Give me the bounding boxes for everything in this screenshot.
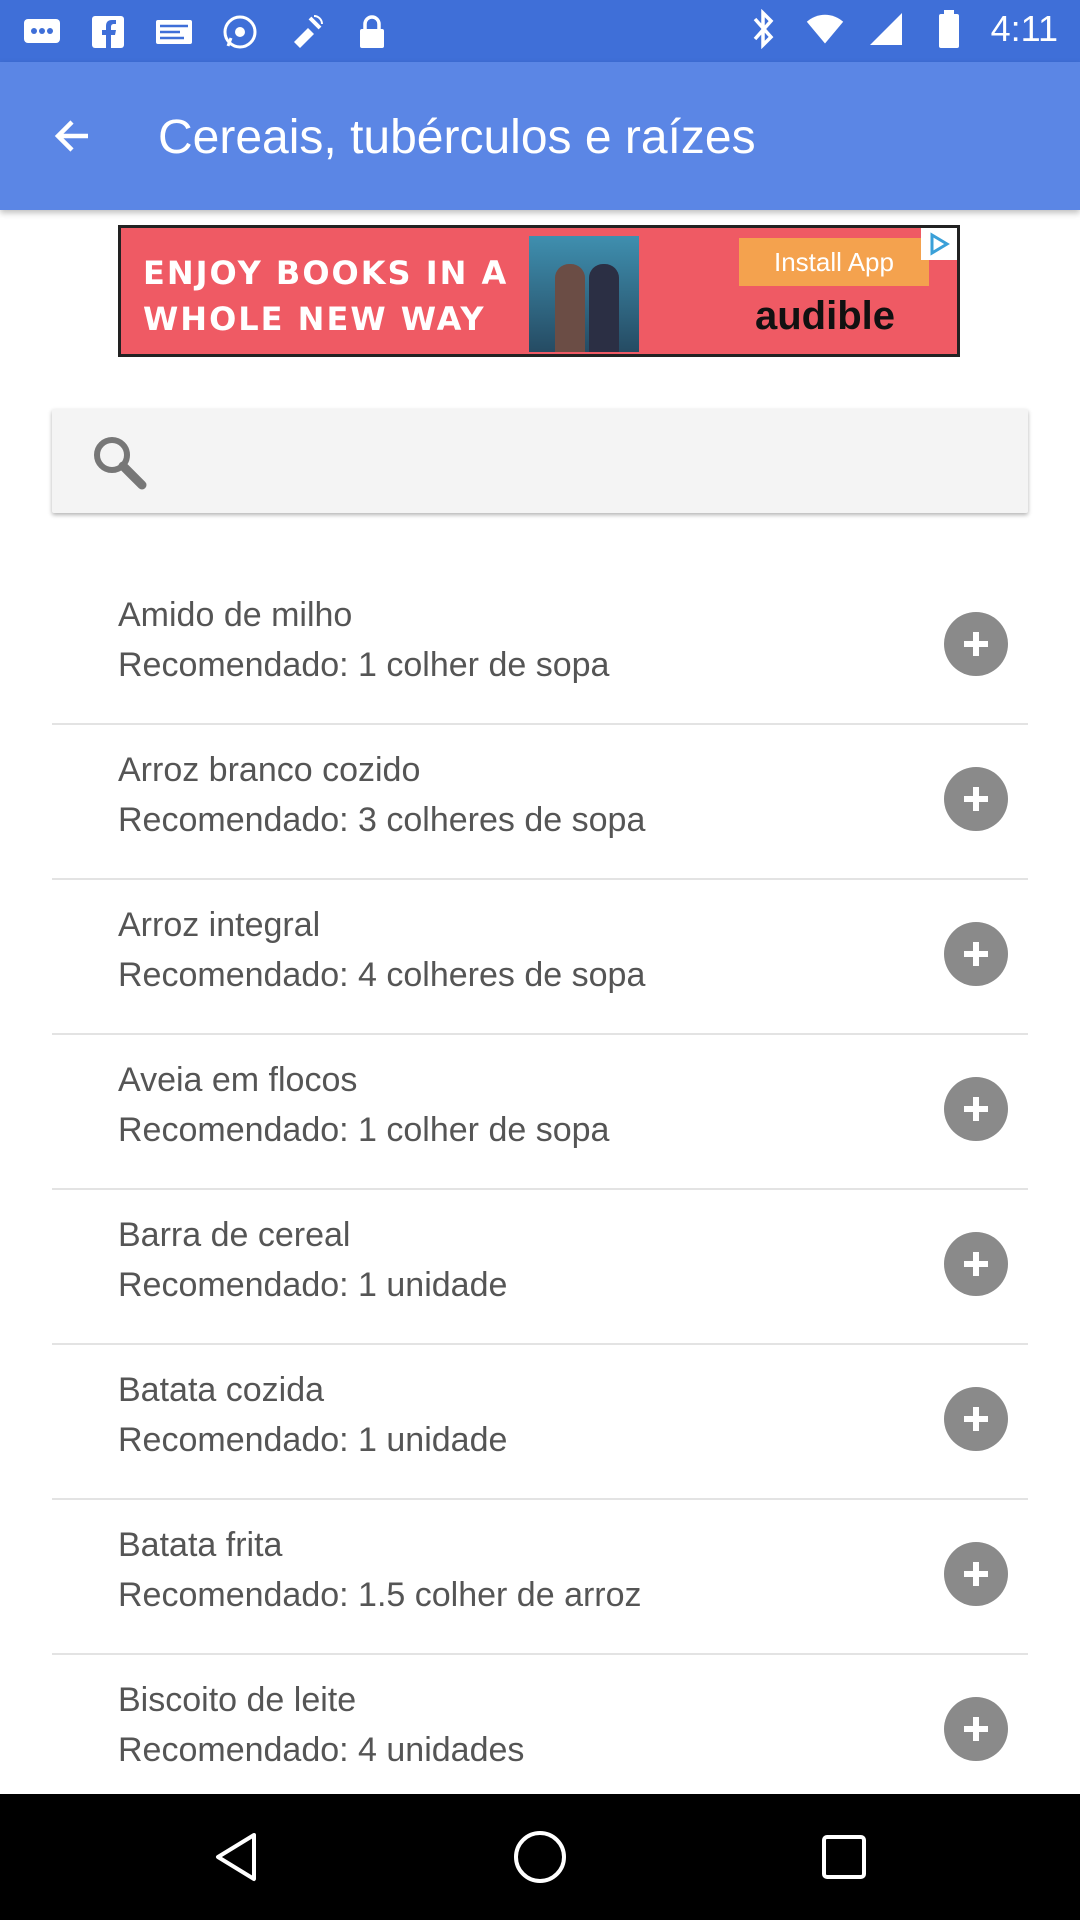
item-name: Batata cozida [118,1371,325,1409]
app-bar: Cereais, tubérculos e raízes [0,62,1080,210]
back-triangle-icon [216,1833,256,1881]
arrow-back-icon [54,120,88,152]
item-recommendation: Recomendado: 1 colher de sopa [118,1111,610,1149]
add-button[interactable] [944,1387,1008,1451]
ad-banner[interactable]: ENJOY BOOKS IN A WHOLE NEW WAY Install A… [118,225,960,357]
item-name: Arroz integral [118,906,321,944]
item-recommendation: Recomendado: 4 unidades [118,1731,525,1769]
item-recommendation: Recomendado: 1 colher de sopa [118,646,610,684]
bluetooth-icon [743,9,783,49]
item-name: Amido de milho [118,596,353,634]
plus-icon [964,1717,988,1741]
recents-square-icon [822,1835,866,1879]
add-button[interactable] [944,1232,1008,1296]
ad-headline: ENJOY BOOKS IN A WHOLE NEW WAY [143,250,508,342]
add-button[interactable] [944,1542,1008,1606]
ad-figure [555,264,585,352]
item-recommendation: Recomendado: 1 unidade [118,1421,508,1459]
ad-choices-icon[interactable] [921,228,957,260]
item-name: Barra de cereal [118,1216,351,1254]
back-button[interactable] [36,104,108,168]
home-circle-icon [514,1831,566,1883]
clock: 4:11 [990,8,1058,49]
facebook-icon [88,12,128,52]
status-bar: 4:11 [0,0,1080,62]
list-item[interactable]: Barra de cereal Recomendado: 1 unidade [52,1190,1028,1345]
page-title: Cereais, tubérculos e raízes [158,111,756,164]
list-item[interactable]: Batata cozida Recomendado: 1 unidade [52,1345,1028,1500]
item-recommendation: Recomendado: 1 unidade [118,1266,508,1304]
add-button[interactable] [944,612,1008,676]
status-right-icons: 4:11 [743,8,1058,50]
plus-icon [964,1407,988,1431]
plus-icon [964,1252,988,1276]
mock-location-icon [286,12,326,52]
ad-brand: audible [755,294,896,338]
search-icon[interactable] [88,431,148,491]
plus-icon [964,1562,988,1586]
message-icon [22,12,62,52]
ad-figure [589,264,619,352]
search-bar[interactable] [52,409,1028,513]
list-item[interactable]: Batata frita Recomendado: 1.5 colher de … [52,1500,1028,1655]
nav-recents-button[interactable] [814,1827,874,1887]
item-name: Biscoito de leite [118,1681,357,1719]
item-name: Aveia em flocos [118,1061,358,1099]
plus-icon [964,942,988,966]
list-item[interactable]: Aveia em flocos Recomendado: 1 colher de… [52,1035,1028,1190]
ad-headline-line1: ENJOY BOOKS IN A [143,254,509,292]
add-button[interactable] [944,767,1008,831]
item-recommendation: Recomendado: 3 colheres de sopa [118,801,646,839]
ad-install-button[interactable]: Install App [739,238,929,286]
food-list: Amido de milho Recomendado: 1 colher de … [52,570,1028,1810]
item-recommendation: Recomendado: 1.5 colher de arroz [118,1576,642,1614]
list-item[interactable]: Biscoito de leite Recomendado: 4 unidade… [52,1655,1028,1810]
plus-icon [964,632,988,656]
item-recommendation: Recomendado: 4 colheres de sopa [118,956,646,994]
search-input[interactable] [172,429,992,493]
nav-back-button[interactable] [206,1827,266,1887]
navigation-bar [0,1794,1080,1920]
add-button[interactable] [944,1077,1008,1141]
list-item[interactable]: Arroz integral Recomendado: 4 colheres d… [52,880,1028,1035]
mail-icon [154,12,194,52]
add-button[interactable] [944,922,1008,986]
battery-icon [929,9,969,49]
status-left-icons [22,12,392,52]
add-button[interactable] [944,1697,1008,1761]
list-item[interactable]: Arroz branco cozido Recomendado: 3 colhe… [52,725,1028,880]
nav-home-button[interactable] [510,1827,570,1887]
ad-image [529,236,639,352]
list-item[interactable]: Amido de milho Recomendado: 1 colher de … [52,570,1028,725]
whatsapp-icon [220,12,260,52]
item-name: Arroz branco cozido [118,751,421,789]
plus-icon [964,787,988,811]
ad-headline-line2: WHOLE NEW WAY [143,300,486,338]
lock-icon [352,12,392,52]
plus-icon [964,1097,988,1121]
signal-icon [867,9,907,49]
wifi-icon [805,9,845,49]
item-name: Batata frita [118,1526,283,1564]
